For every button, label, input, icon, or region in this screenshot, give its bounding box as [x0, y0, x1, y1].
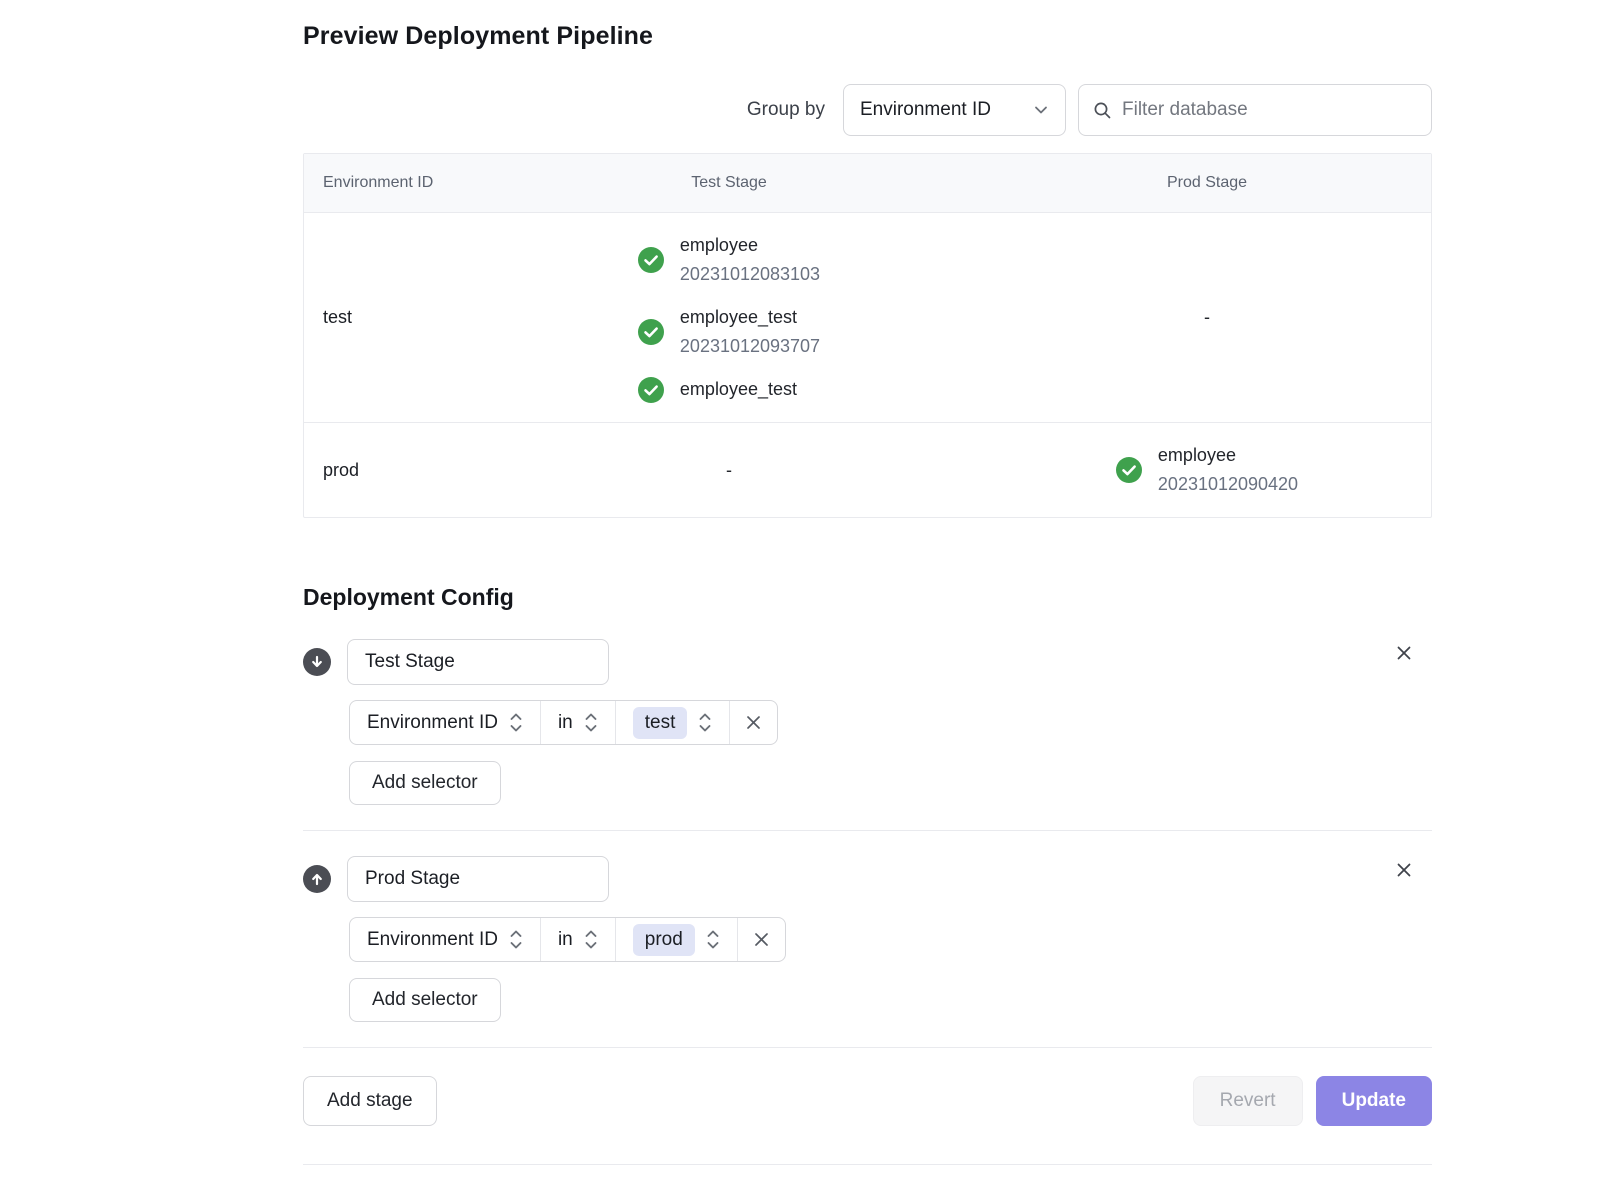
check-circle-icon	[638, 377, 664, 403]
search-icon	[1093, 101, 1112, 120]
updown-chevrons-icon	[706, 928, 720, 951]
deployment-version: 20231012090420	[1158, 470, 1298, 499]
section-divider	[303, 1047, 1432, 1048]
table-row-prod: prod - employee 20231012090420	[304, 422, 1431, 517]
check-circle-icon	[638, 247, 664, 273]
stage-block-test: Environment ID in test	[303, 639, 1432, 805]
chevron-down-icon	[1033, 102, 1049, 118]
footer-actions: Add stage Revert Update	[303, 1076, 1432, 1126]
value-tag: prod	[633, 924, 695, 956]
deployment-name: employee_test	[680, 303, 820, 332]
remove-stage-button[interactable]	[1390, 856, 1418, 884]
deployment-version: 20231012083103	[680, 260, 820, 289]
stage-block-prod: Environment ID in prod	[303, 856, 1432, 1022]
updown-chevrons-icon	[584, 711, 598, 734]
remove-selector-button[interactable]	[729, 701, 777, 744]
arrow-down-circle-icon	[303, 648, 331, 676]
updown-chevrons-icon	[509, 711, 523, 734]
table-row-test: test employee 20231012083103	[304, 213, 1431, 422]
stage-name-input[interactable]	[347, 856, 609, 902]
test-stage-cell: employee 20231012083103 employee_test 20…	[475, 213, 983, 422]
deployment-list: employee 20231012083103 employee_test 20…	[638, 213, 820, 422]
selector-field-select[interactable]: Environment ID	[350, 918, 540, 961]
stage-divider	[303, 830, 1432, 831]
revert-button[interactable]: Revert	[1193, 1076, 1303, 1126]
column-header-prod-stage: Prod Stage	[983, 174, 1431, 192]
empty-dash: -	[726, 460, 732, 481]
table-header-row: Environment ID Test Stage Prod Stage	[304, 154, 1431, 213]
selector-group: Environment ID in prod	[349, 917, 786, 962]
value-tag: test	[633, 707, 688, 739]
update-button[interactable]: Update	[1316, 1076, 1432, 1126]
database-filter-input[interactable]	[1122, 99, 1392, 121]
close-icon	[752, 930, 771, 949]
check-circle-icon	[638, 319, 664, 345]
database-filter[interactable]	[1078, 84, 1432, 136]
add-stage-button[interactable]: Add stage	[303, 1076, 437, 1126]
group-by-label: Group by	[747, 99, 825, 121]
stage-name-input[interactable]	[347, 639, 609, 685]
toolbar: Group by Environment ID	[303, 84, 1432, 136]
updown-chevrons-icon	[698, 711, 712, 734]
deployment-version: 20231012093707	[680, 332, 820, 361]
selector-value-select[interactable]: test	[615, 701, 730, 744]
pipeline-table: Environment ID Test Stage Prod Stage tes…	[303, 153, 1432, 518]
updown-chevrons-icon	[509, 928, 523, 951]
prod-stage-cell: -	[983, 213, 1431, 422]
test-stage-cell: -	[475, 423, 983, 517]
selector-operator-select[interactable]: in	[540, 701, 615, 744]
page-container: Preview Deployment Pipeline Group by Env…	[303, 0, 1432, 1165]
selector-group: Environment ID in test	[349, 700, 778, 745]
bottom-divider	[303, 1164, 1432, 1165]
group-by-select[interactable]: Environment ID	[843, 84, 1066, 136]
selector-value-select[interactable]: prod	[615, 918, 737, 961]
deployment-list: employee 20231012090420	[1116, 423, 1298, 517]
empty-dash: -	[1204, 307, 1210, 328]
environment-id-cell: prod	[304, 423, 475, 517]
page-title: Preview Deployment Pipeline	[303, 22, 1432, 51]
selector-field-select[interactable]: Environment ID	[350, 701, 540, 744]
environment-id-cell: test	[304, 213, 475, 422]
deployment-item: employee 20231012090420	[1116, 441, 1298, 499]
deployment-name: employee	[1158, 441, 1298, 470]
arrow-up-circle-icon	[303, 865, 331, 893]
group-by-value: Environment ID	[860, 99, 991, 121]
check-circle-icon	[1116, 457, 1142, 483]
add-selector-button[interactable]: Add selector	[349, 761, 501, 805]
close-icon	[744, 713, 763, 732]
add-selector-button[interactable]: Add selector	[349, 978, 501, 1022]
remove-selector-button[interactable]	[737, 918, 785, 961]
deployment-name: employee_test	[680, 375, 797, 404]
deployment-item: employee_test	[638, 375, 820, 404]
prod-stage-cell: employee 20231012090420	[983, 423, 1431, 517]
close-icon	[1394, 643, 1414, 663]
column-header-test-stage: Test Stage	[475, 174, 983, 192]
deployment-item: employee_test 20231012093707	[638, 303, 820, 361]
close-icon	[1394, 860, 1414, 880]
deployment-name: employee	[680, 231, 820, 260]
remove-stage-button[interactable]	[1390, 639, 1418, 667]
deployment-config-heading: Deployment Config	[303, 584, 1432, 611]
deployment-item: employee 20231012083103	[638, 231, 820, 289]
column-header-environment-id: Environment ID	[304, 174, 475, 192]
selector-operator-select[interactable]: in	[540, 918, 615, 961]
updown-chevrons-icon	[584, 928, 598, 951]
